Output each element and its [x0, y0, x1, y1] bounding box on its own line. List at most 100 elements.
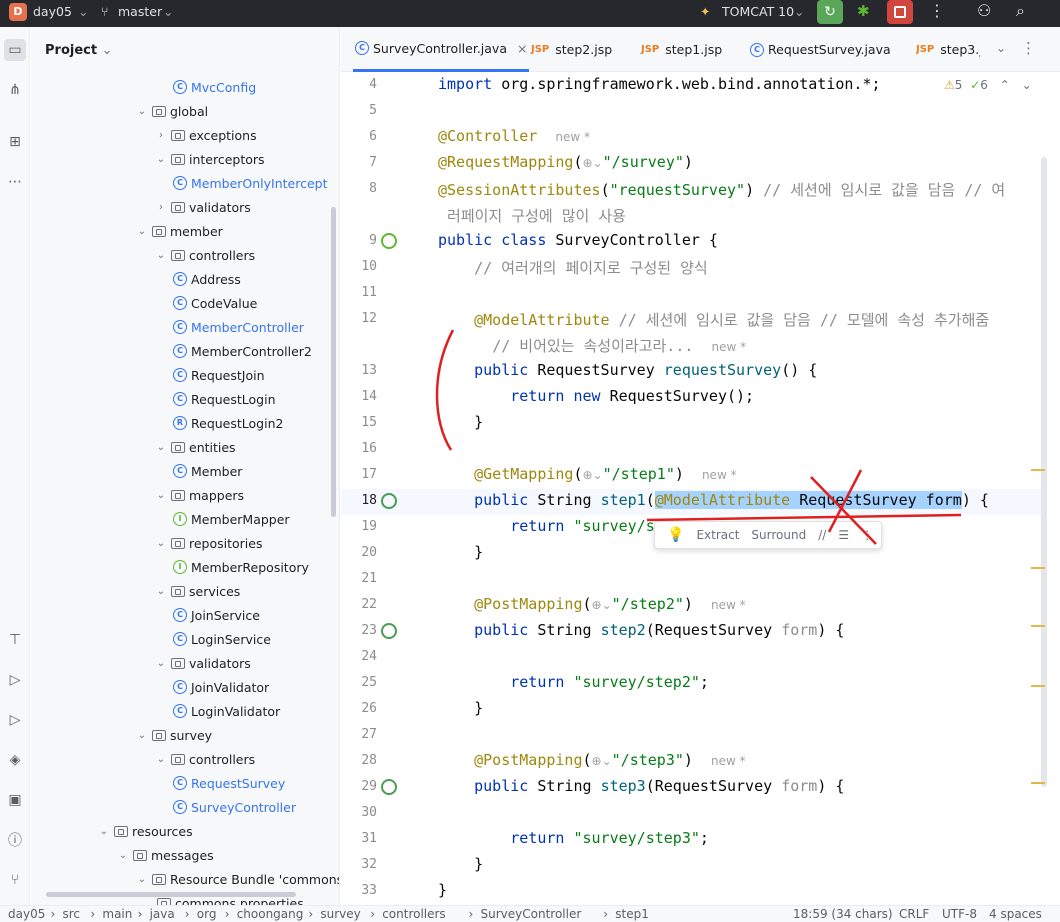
branch-name[interactable]: master	[118, 4, 162, 19]
tree-folder[interactable]: › validators	[154, 195, 251, 219]
chevron-down-icon[interactable]: ⌄	[116, 850, 130, 861]
run-icon[interactable]: ▷	[4, 709, 26, 731]
chevron-down-icon[interactable]: ⌄	[102, 43, 113, 58]
debug-icon[interactable]: ✱	[857, 2, 870, 20]
tab-step3[interactable]: JSP step3.jsp	[916, 27, 980, 72]
tree-item[interactable]: C JoinValidator	[173, 675, 269, 699]
tree-item[interactable]: C CodeValue	[173, 291, 257, 315]
tree-item[interactable]: I MemberMapper	[173, 507, 290, 531]
project-name[interactable]: day05	[33, 4, 72, 19]
tree-item[interactable]: C LoginValidator	[173, 699, 280, 723]
tree-folder[interactable]: ⌄ interceptors	[154, 147, 265, 171]
more-tools-icon[interactable]: ⋯	[4, 171, 26, 193]
chevron-down-icon[interactable]: ⌄	[154, 250, 168, 261]
commit-icon[interactable]: ⋔	[4, 79, 26, 101]
structure-icon[interactable]: ⊞	[4, 131, 26, 153]
terminal-icon[interactable]: ▣	[4, 789, 26, 811]
tab-surveycontroller[interactable]: C SurveyController.java ×	[353, 27, 530, 72]
chevron-right-icon[interactable]: ›	[154, 202, 168, 213]
rerun-icon[interactable]: ↻	[817, 0, 843, 24]
file-encoding[interactable]: UTF-8	[942, 907, 977, 921]
chevron-down-icon[interactable]: ⌄	[135, 730, 149, 741]
tree-folder[interactable]: ⌄ survey	[135, 723, 212, 747]
breadcrumb-item[interactable]: src	[63, 907, 81, 921]
tab-requestsurvey[interactable]: C RequestSurvey.java	[750, 27, 891, 72]
caret-position[interactable]: 18:59 (34 chars)	[793, 907, 893, 921]
more-icon[interactable]: ⋮	[929, 1, 945, 20]
tree-folder[interactable]: ⌄ global	[135, 99, 208, 123]
close-icon[interactable]: ×	[517, 41, 527, 56]
panel-title[interactable]: Project ⌄	[45, 43, 113, 58]
tree-folder[interactable]: ⌄ entities	[154, 435, 236, 459]
more-icon[interactable]: ⋮	[1021, 39, 1036, 57]
tree-folder[interactable]: ⌄ Resource Bundle 'commons'	[135, 867, 339, 891]
chevron-down-icon[interactable]: ⌄	[135, 106, 149, 117]
chevron-down-icon[interactable]: ⌄	[794, 4, 804, 19]
problems-icon[interactable]: ⓘ	[4, 829, 26, 851]
git-icon[interactable]: ⑂	[4, 869, 26, 891]
chevron-down-icon[interactable]: ⌄	[154, 586, 168, 597]
stop-button[interactable]	[887, 0, 913, 24]
layers-icon[interactable]: ◈	[4, 749, 26, 771]
tree-folder[interactable]: ⌄ services	[154, 579, 241, 603]
tree-item[interactable]: I MemberRepository	[173, 555, 309, 579]
run-config[interactable]: TOMCAT 10	[722, 4, 794, 19]
chevron-right-icon[interactable]: ›	[154, 130, 168, 141]
tab-step2[interactable]: JSP step2.jsp	[531, 27, 612, 72]
chevron-down-icon[interactable]: ⌄	[996, 41, 1006, 55]
search-icon[interactable]: ⌕	[1016, 1, 1025, 21]
panel-scrollbar[interactable]	[331, 207, 336, 517]
indent-setting[interactable]: 4 spaces	[989, 907, 1042, 921]
tree-item[interactable]: C MvcConfig	[173, 75, 256, 99]
breadcrumb-item[interactable]: step1	[615, 907, 649, 921]
tree-item[interactable]: C RequestJoin	[173, 363, 265, 387]
tree-folder[interactable]: ⌄ mappers	[154, 483, 244, 507]
tree-folder[interactable]: ⌄ controllers	[154, 243, 255, 267]
chevron-down-icon[interactable]: ⌄	[154, 442, 168, 453]
breadcrumb-item[interactable]: SurveyController	[481, 907, 582, 921]
tree-item[interactable]: C LoginService	[173, 627, 271, 651]
chevron-down-icon[interactable]: ⌄	[135, 226, 149, 237]
breadcrumb-item[interactable]: main	[102, 907, 132, 921]
tree-item[interactable]: C SurveyController	[173, 795, 296, 819]
tree-folder[interactable]: › exceptions	[154, 123, 257, 147]
tree-item[interactable]: C JoinService	[173, 603, 260, 627]
add-user-icon[interactable]: ⚇	[977, 1, 991, 20]
breadcrumb-item[interactable]: controllers	[382, 907, 446, 921]
chevron-down-icon[interactable]: ⌄	[78, 4, 88, 19]
code-editor[interactable]: 4 5 6 7 8 9 10 11 12 13 14 15 16 17 18 19 20 21 22 23 24 25 26…	[341, 72, 1060, 905]
line-separator[interactable]: CRLF	[899, 907, 929, 921]
tree-item[interactable]: C MemberController	[173, 315, 304, 339]
tree-item[interactable]: C RequestSurvey	[173, 771, 285, 795]
breadcrumb-item[interactable]: choongang	[237, 907, 304, 921]
tab-step1[interactable]: JSP step1.jsp	[641, 27, 722, 72]
chevron-down-icon[interactable]: ⌄	[163, 4, 173, 19]
chevron-down-icon[interactable]: ⌄	[154, 754, 168, 765]
tree-folder[interactable]: ⌄ validators	[154, 651, 251, 675]
chevron-down-icon[interactable]: ⌄	[154, 490, 168, 501]
tree-item[interactable]: C MemberController2	[173, 339, 312, 363]
panel-hscrollbar[interactable]	[46, 892, 296, 897]
tree-item[interactable]: R RequestLogin2	[173, 411, 283, 435]
chevron-down-icon[interactable]: ⌄	[135, 874, 149, 885]
tree-folder[interactable]: ⌄ resources	[97, 819, 193, 843]
chevron-down-icon[interactable]: ⌄	[154, 538, 168, 549]
tree-item[interactable]: C RequestLogin	[173, 387, 276, 411]
chevron-down-icon[interactable]: ⌄	[154, 658, 168, 669]
services-icon[interactable]: ▷	[4, 669, 26, 691]
tree-item[interactable]: C MemberOnlyIntercept	[173, 171, 328, 195]
breadcrumb-item[interactable]: java	[150, 907, 175, 921]
chevron-down-icon[interactable]: ⌄	[97, 826, 111, 837]
tree-folder[interactable]: ⌄ messages	[116, 843, 214, 867]
tree-folder[interactable]: ⌄ repositories	[154, 531, 263, 555]
folder-icon[interactable]: ▭	[4, 39, 26, 61]
tree-folder[interactable]: ⌄ member	[135, 219, 223, 243]
build-icon[interactable]: ⊤	[4, 629, 26, 651]
tree-folder[interactable]: ⌄ controllers	[154, 747, 255, 771]
tree-item[interactable]: C Member	[173, 459, 242, 483]
project-badge[interactable]: D	[9, 3, 27, 21]
breadcrumb-item[interactable]: survey	[320, 907, 360, 921]
chevron-down-icon[interactable]: ⌄	[154, 154, 168, 165]
breadcrumb-item[interactable]: org	[197, 907, 217, 921]
tree-item[interactable]: C Address	[173, 267, 241, 291]
